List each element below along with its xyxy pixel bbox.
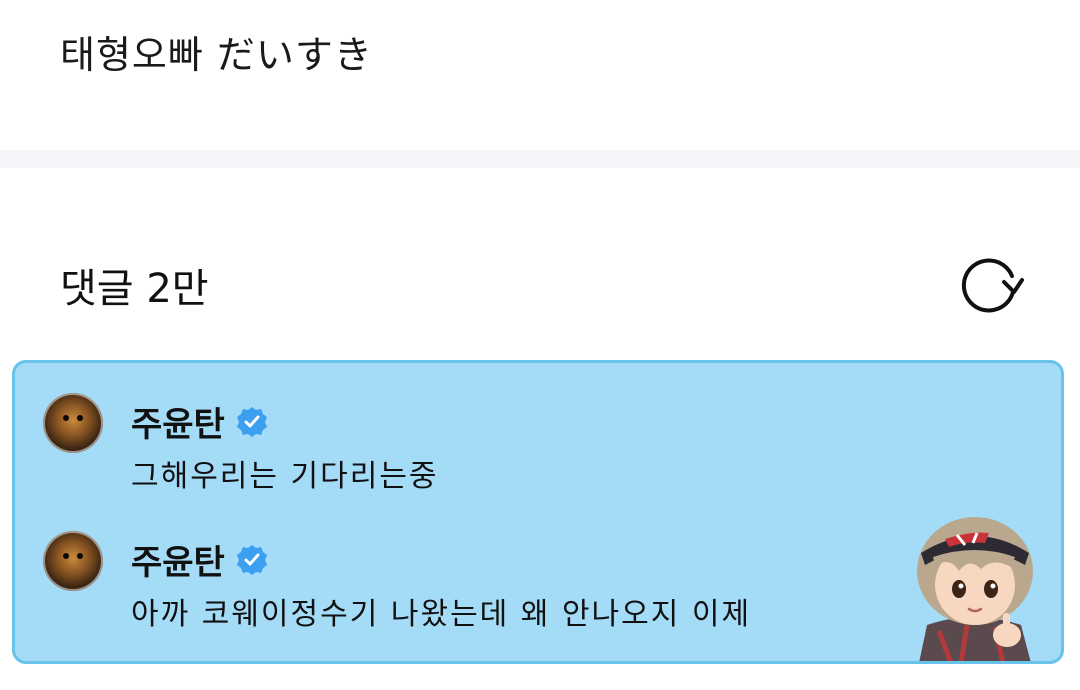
comment-username[interactable]: 주윤탄 [131, 535, 225, 584]
avatar-eye [63, 415, 69, 421]
character-sticker [917, 517, 1033, 661]
post-text: 태형오빠 だいすき [60, 33, 373, 77]
comment-name-row: 주윤탄 [131, 397, 269, 446]
comment-text: 아까 코웨이정수기 나왔는데 왜 안나오지 이제 [131, 597, 752, 632]
avatar[interactable] [43, 531, 103, 591]
refresh-icon [961, 258, 1024, 313]
refresh-button[interactable] [958, 252, 1024, 314]
avatar-eye [63, 553, 69, 559]
verified-badge-icon [236, 406, 267, 437]
avatar-eye [77, 553, 83, 559]
comments-panel: 주윤탄 그해우리는 기다리는중 주윤탄 아까 코웨이정수기 나왔는데 왜 안나오… [12, 360, 1064, 664]
avatar-eye [77, 415, 83, 421]
avatar[interactable] [43, 393, 103, 453]
comment-text: 그해우리는 기다리는중 [131, 459, 439, 494]
comments-header[interactable]: 댓글 2만 [60, 256, 209, 314]
comment-username[interactable]: 주윤탄 [131, 397, 225, 446]
verified-badge-icon [236, 544, 267, 575]
comment-name-row: 주윤탄 [131, 535, 269, 584]
section-divider [0, 150, 1080, 168]
